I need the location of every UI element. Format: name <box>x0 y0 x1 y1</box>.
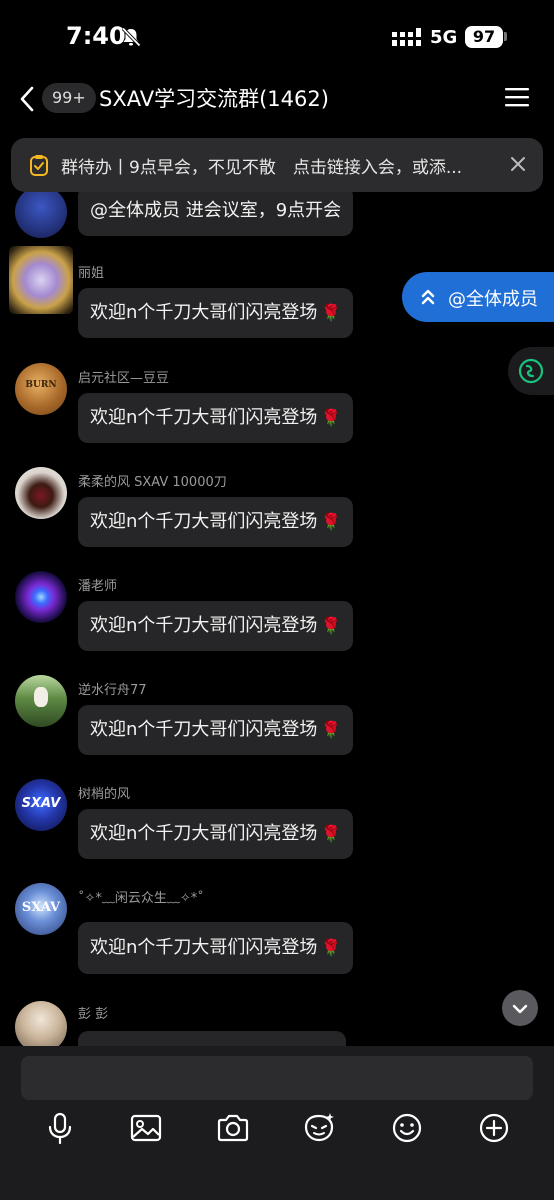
sender-name: 彭 彭 <box>78 1007 109 1022</box>
message-bubble[interactable]: 欢迎n个千刀大哥们闪亮登场 🌹 <box>78 809 354 859</box>
battery-indicator: 97 <box>465 26 503 48</box>
ai-sticker-button[interactable] <box>301 1110 337 1146</box>
rose-icon: 🌹 <box>321 512 342 531</box>
message-bubble[interactable]: 欢迎n个千刀大哥们闪亮登场 🌹 <box>78 601 354 651</box>
mention-label: @全体成员 <box>448 289 538 310</box>
avatar[interactable] <box>15 675 67 727</box>
status-bar: 7:40 5G 97 <box>0 0 554 74</box>
todo-clipboard-icon <box>30 155 48 176</box>
camera-button[interactable] <box>215 1110 251 1146</box>
avatar[interactable] <box>15 467 67 519</box>
menu-icon[interactable] <box>505 86 529 108</box>
double-chevron-up-icon <box>421 289 435 305</box>
ai-assistant-button[interactable] <box>508 347 554 395</box>
message-list[interactable]: @全体成员 进会议室，9点开会 丽姐 欢迎n个千刀大哥们闪亮登场 🌹 BURN 启… <box>0 126 554 1046</box>
sender-name: ˚✧*﹏闲云众生﹏✧*˚ <box>78 891 204 906</box>
camera-icon <box>217 1114 249 1142</box>
network-label: 5G <box>430 27 458 48</box>
signal-icon <box>392 28 421 46</box>
bell-mute-icon <box>121 27 141 47</box>
group-todo-banner[interactable]: 群待办丨9点早会，不见不散 点击链接入会，或添... <box>11 138 543 192</box>
message-bubble[interactable]: 欢迎n个千刀大哥们闪亮登场 🌹 <box>78 393 354 443</box>
group-title: SXAV学习交流群(1462) <box>99 87 329 111</box>
ai-sticker-icon <box>304 1113 334 1142</box>
avatar[interactable] <box>15 1001 67 1046</box>
status-time: 7:40 <box>66 22 126 50</box>
emoji-icon <box>392 1113 422 1143</box>
jump-to-mention-button[interactable]: @全体成员 <box>402 272 554 322</box>
avatar[interactable] <box>15 571 67 623</box>
sender-name: 柔柔的风 SXAV 10000刀 <box>78 475 227 490</box>
unread-count-badge[interactable]: 99+ <box>42 83 96 113</box>
message-input[interactable] <box>21 1056 533 1100</box>
message-bubble[interactable]: 欢迎n个千刀大哥们闪亮登场 🌹 <box>78 705 354 755</box>
battery-tip <box>504 32 507 41</box>
plus-icon <box>479 1113 509 1143</box>
avatar[interactable]: SXAV <box>15 883 67 935</box>
message-bubble[interactable]: 欢迎n个千刀大哥们闪亮登场 🌹 <box>78 922 354 974</box>
rose-icon: 🌹 <box>321 824 342 843</box>
todo-text: 群待办丨9点早会，不见不散 点击链接入会，或添... <box>61 158 463 178</box>
sender-name: 丽姐 <box>78 266 105 281</box>
sender-name: 树梢的风 <box>78 787 131 802</box>
rose-icon: 🌹 <box>321 938 342 957</box>
scroll-to-bottom-button[interactable] <box>502 990 538 1026</box>
chat-header: 99+ SXAV学习交流群(1462) <box>0 74 554 126</box>
message-bubble[interactable] <box>78 1031 346 1046</box>
avatar-coin-text: BURN <box>25 380 57 390</box>
avatar-dog-shape <box>34 687 48 707</box>
close-icon[interactable] <box>509 155 527 173</box>
microphone-icon <box>48 1112 72 1145</box>
rose-icon: 🌹 <box>321 720 342 739</box>
avatar-logo-text: SXAV <box>21 900 61 915</box>
rose-icon: 🌹 <box>321 408 342 427</box>
message-bubble[interactable]: 欢迎n个千刀大哥们闪亮登场 🌹 <box>78 497 354 547</box>
rose-icon: 🌹 <box>321 303 342 322</box>
message-bubble[interactable]: @全体成员 进会议室，9点开会 <box>78 186 354 236</box>
avatar[interactable] <box>9 246 73 314</box>
sender-name: 逆水行舟77 <box>78 683 147 698</box>
avatar[interactable] <box>15 186 67 238</box>
voice-button[interactable] <box>42 1110 78 1146</box>
avatar-logo-text: SXAV <box>21 796 61 811</box>
image-icon <box>130 1114 162 1142</box>
sender-name: 启元社区—豆豆 <box>78 371 170 386</box>
ai-assistant-icon <box>518 358 544 384</box>
emoji-button[interactable] <box>389 1110 425 1146</box>
chevron-down-icon <box>512 1004 528 1014</box>
more-button[interactable] <box>476 1110 512 1146</box>
sender-name: 潘老师 <box>78 579 118 594</box>
rose-icon: 🌹 <box>321 616 342 635</box>
avatar[interactable]: SXAV <box>15 779 67 831</box>
back-arrow-icon[interactable] <box>14 82 40 116</box>
image-button[interactable] <box>128 1110 164 1146</box>
avatar[interactable]: BURN <box>15 363 67 415</box>
message-bubble[interactable]: 欢迎n个千刀大哥们闪亮登场 🌹 <box>78 288 354 338</box>
composer <box>0 1046 554 1200</box>
